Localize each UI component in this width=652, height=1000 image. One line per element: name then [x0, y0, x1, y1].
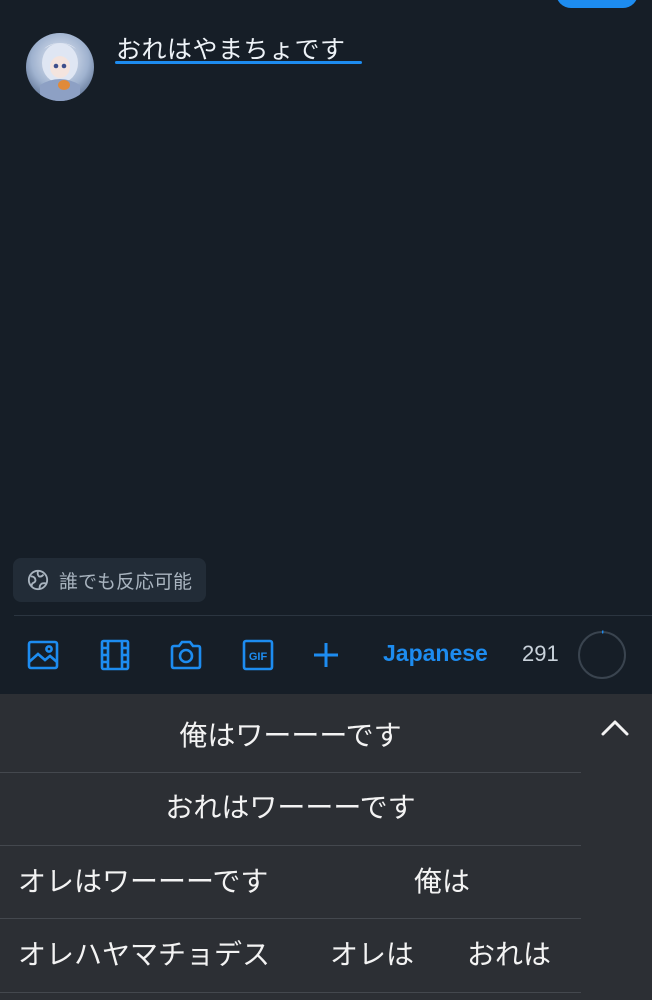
candidate-item[interactable]: オレは: [330, 935, 414, 975]
gif-icon[interactable]: GIF: [241, 638, 275, 672]
candidate-item[interactable]: おれは: [467, 935, 551, 975]
divider: [0, 772, 581, 773]
compose-toolbar: GIF Japanese 291: [0, 616, 652, 694]
language-selector[interactable]: Japanese: [383, 640, 488, 667]
composition-underline: [115, 61, 362, 64]
character-count: 291: [522, 641, 559, 666]
video-icon[interactable]: [98, 638, 132, 672]
divider: [0, 845, 581, 846]
post-button[interactable]: [556, 0, 638, 8]
candidate-item[interactable]: 俺はワーーーです: [0, 716, 581, 756]
chevron-up-icon[interactable]: [596, 714, 634, 742]
reply-setting-button[interactable]: 誰でも反応可能: [13, 558, 207, 602]
camera-icon[interactable]: [169, 638, 203, 672]
divider: [0, 992, 581, 993]
avatar: [26, 33, 94, 101]
image-icon[interactable]: [26, 638, 60, 672]
candidate-item[interactable]: 俺は: [414, 862, 470, 902]
reply-setting-label: 誰でも反応可能: [59, 570, 193, 593]
globe-icon: [27, 569, 49, 591]
candidate-item[interactable]: おれはワーーーです: [0, 788, 581, 828]
character-progress-ring: [577, 630, 627, 680]
candidate-item[interactable]: オレはワーーーです: [18, 862, 268, 902]
keyboard-candidates: 俺はワーーーです おれはワーーーです オレはワーーーです 俺は オレハヤマチョデ…: [0, 694, 652, 1000]
candidate-item[interactable]: オレハヤマチョデス: [18, 935, 270, 975]
divider: [0, 918, 581, 919]
plus-icon[interactable]: [309, 638, 343, 672]
svg-text:GIF: GIF: [249, 651, 268, 663]
